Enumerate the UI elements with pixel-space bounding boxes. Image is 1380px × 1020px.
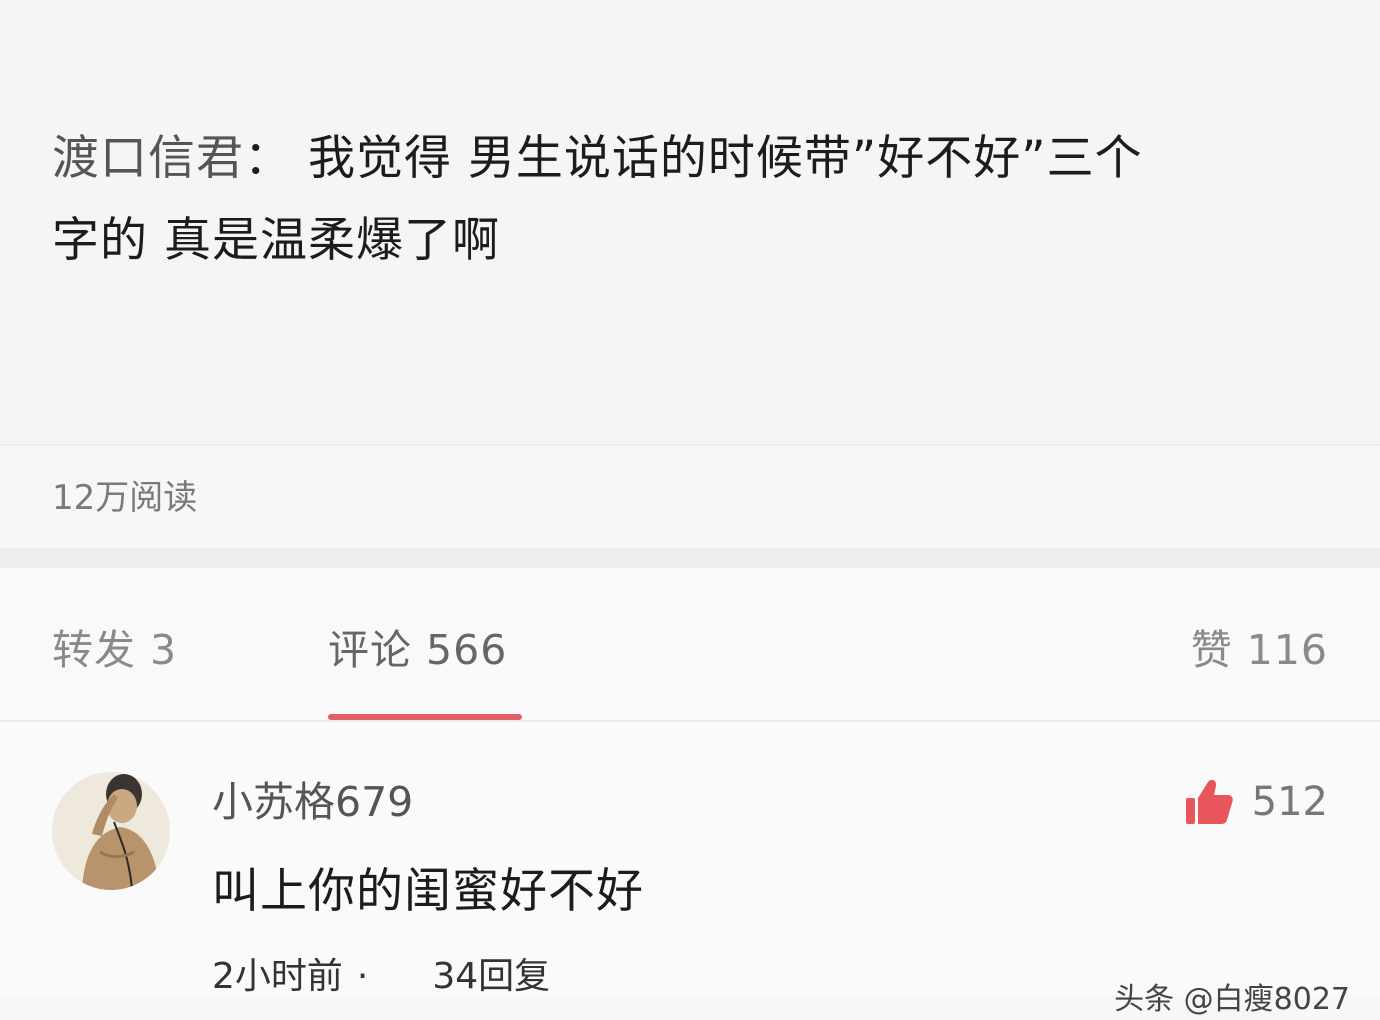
post-text-line-2: 字的 真是温柔爆了啊 bbox=[52, 213, 500, 268]
interaction-tabs: 转发 3 评论 566 赞 116 bbox=[0, 568, 1380, 720]
post-author-separator: ： bbox=[244, 131, 292, 186]
comment-item: 小苏格679 512 叫上你的闺蜜好不好 2小时前 · 34回复 bbox=[0, 722, 1380, 997]
post-body: 渡口信君： 我觉得 男生说话的时候带”好不好”三个 字的 真是温柔爆了啊 bbox=[52, 118, 1342, 282]
thumbs-up-icon bbox=[1185, 779, 1233, 824]
comment-replies[interactable]: 34回复 bbox=[432, 956, 550, 997]
tab-likes[interactable]: 赞 116 bbox=[1191, 622, 1328, 678]
comment-meta: 2小时前 · 34回复 bbox=[212, 952, 550, 1002]
comment-username[interactable]: 小苏格679 bbox=[212, 774, 413, 830]
watermark: 头条 @白瘦8027 bbox=[1114, 982, 1350, 1017]
comment-like-count: 512 bbox=[1251, 779, 1328, 825]
post-author[interactable]: 渡口信君 bbox=[52, 131, 244, 186]
avatar[interactable] bbox=[52, 772, 170, 890]
avatar-image bbox=[52, 772, 170, 890]
meta-dot: · bbox=[356, 956, 369, 997]
comment-text: 叫上你的闺蜜好不好 bbox=[212, 864, 644, 919]
comment-time: 2小时前 bbox=[212, 956, 343, 997]
post-card: 渡口信君： 我觉得 男生说话的时候带”好不好”三个 字的 真是温柔爆了啊 bbox=[0, 0, 1380, 445]
tab-comments[interactable]: 评论 566 bbox=[328, 622, 507, 678]
post-text-line-1: 我觉得 男生说话的时候带”好不好”三个 bbox=[307, 131, 1143, 186]
divider bbox=[0, 444, 1380, 446]
comment-like-button[interactable]: 512 bbox=[1184, 772, 1328, 832]
section-separator bbox=[0, 548, 1380, 568]
tab-forward[interactable]: 转发 3 bbox=[52, 622, 177, 678]
read-count: 12万阅读 bbox=[52, 478, 198, 518]
